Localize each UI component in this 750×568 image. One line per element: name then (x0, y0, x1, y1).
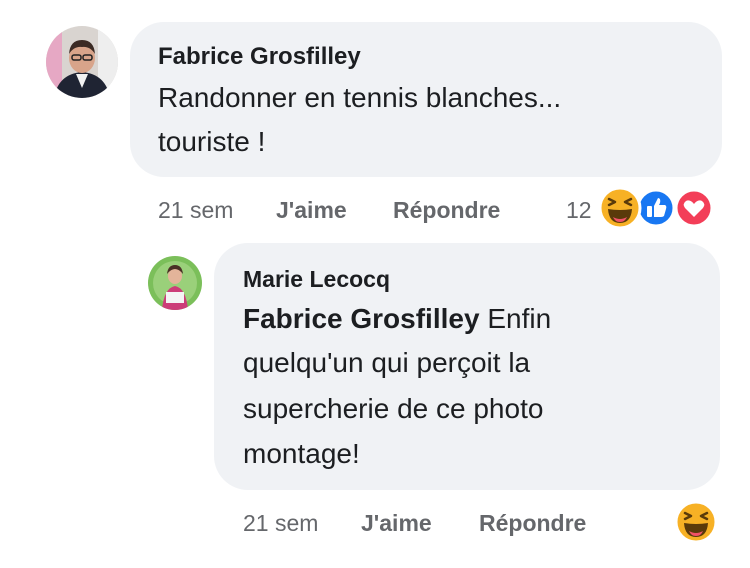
like-icon (636, 188, 676, 228)
mention-link[interactable]: Fabrice Grosfilley (243, 303, 480, 334)
avatar[interactable] (46, 26, 118, 98)
reply-like-button[interactable]: J'aime (361, 510, 432, 537)
comment-timestamp[interactable]: 21 sem (158, 197, 233, 224)
haha-icon (598, 186, 642, 230)
comment-text-line-1: Randonner en tennis blanches... (158, 82, 562, 113)
reply-text-line-3: supercherie de ce photo (243, 393, 544, 424)
comment-like-button[interactable]: J'aime (276, 197, 347, 224)
profile-photo (148, 256, 202, 310)
comment-reply-button[interactable]: Répondre (393, 197, 500, 224)
haha-icon[interactable] (674, 500, 718, 544)
reply-text-line-2: quelqu'un qui perçoit la (243, 347, 531, 378)
comment-author[interactable]: Fabrice Grosfilley (158, 43, 361, 71)
reply-avatar[interactable] (148, 256, 202, 310)
reply-reply-button[interactable]: Répondre (479, 510, 586, 537)
reply-timestamp[interactable]: 21 sem (243, 510, 318, 537)
reaction-count[interactable]: 12 (566, 197, 592, 224)
reply-text-line-4: montage! (243, 438, 360, 469)
love-icon (674, 188, 714, 228)
comment-text-line-2: touriste ! (158, 126, 266, 157)
reply-text-line-1: Fabrice Grosfilley Enfin (243, 303, 551, 335)
profile-photo (46, 26, 118, 98)
reply-text-segment: Enfin (479, 303, 552, 334)
reply-author[interactable]: Marie Lecocq (243, 266, 390, 293)
